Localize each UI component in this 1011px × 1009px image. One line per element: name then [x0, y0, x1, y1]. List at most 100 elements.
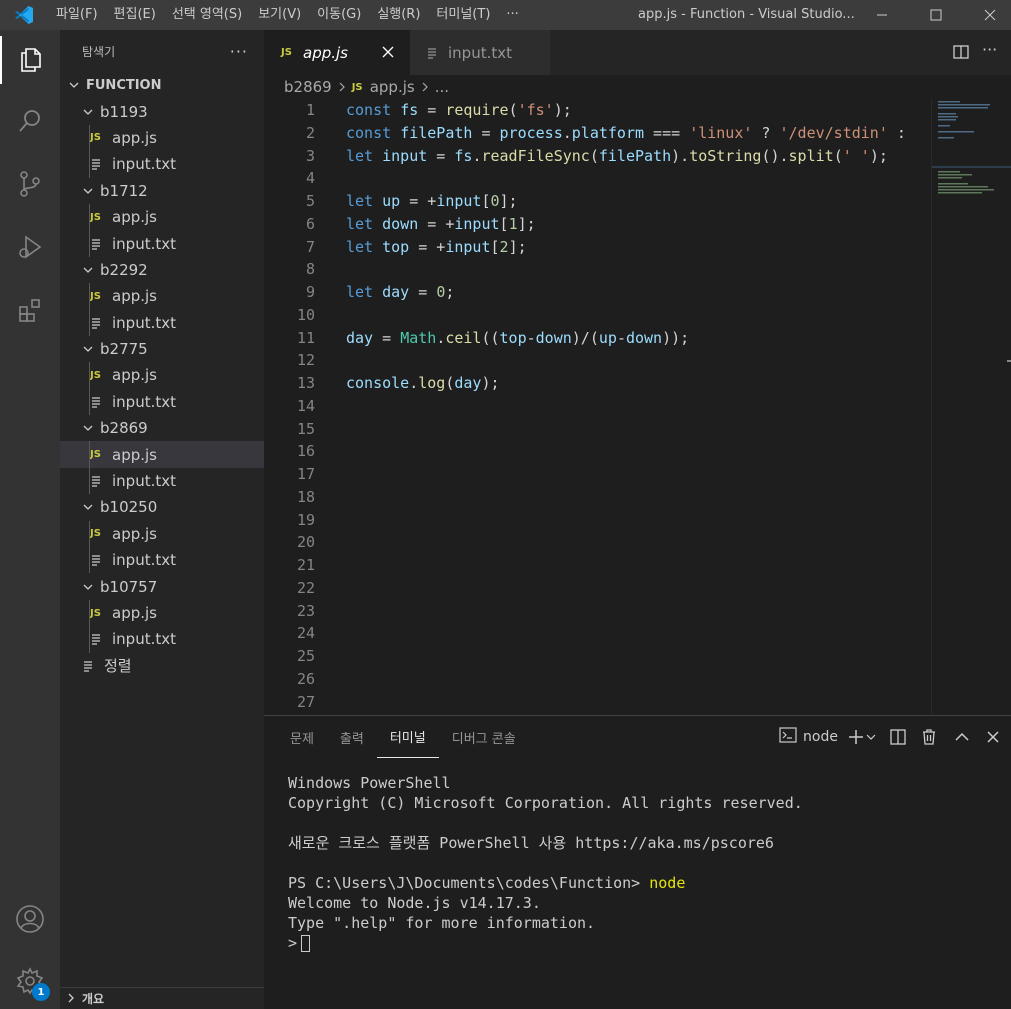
close-tab-icon[interactable]: [382, 44, 394, 62]
split-terminal-icon[interactable]: [881, 716, 915, 758]
menu-more-button[interactable]: ···: [498, 0, 526, 30]
breadcrumb-more[interactable]: ...: [435, 78, 449, 96]
code-text: console.log(day);: [346, 374, 500, 392]
maximize-button[interactable]: [913, 0, 959, 30]
title-bar: 파일(F) 편집(E) 선택 영역(S) 보기(V) 이동(G) 실행(R) 터미널(T) ·…: [0, 0, 1011, 30]
tree-folder[interactable]: b10250: [60, 494, 264, 520]
tab-app-js[interactable]: JS app.js: [264, 30, 410, 75]
chevron-down-icon[interactable]: [866, 729, 876, 745]
panel-tab[interactable]: 출력: [327, 716, 377, 758]
js-file-icon: JS: [351, 81, 363, 93]
settings-icon[interactable]: 1: [0, 957, 60, 1005]
extensions-icon[interactable]: [0, 286, 60, 334]
file-label: input.txt: [112, 392, 176, 411]
breadcrumb-file[interactable]: app.js: [370, 78, 415, 96]
tree-file[interactable]: JS app.js: [60, 599, 264, 627]
line-number: 22: [296, 578, 315, 597]
outline-section[interactable]: 개요: [60, 987, 264, 1009]
tree-file[interactable]: JS app.js: [60, 441, 264, 468]
split-editor-icon[interactable]: [953, 44, 969, 64]
editor-more-button[interactable]: ···: [982, 40, 997, 59]
tree-file[interactable]: JS app.js: [60, 124, 264, 152]
tree-root-folder[interactable]: FUNCTION: [60, 72, 264, 98]
chevron-right-icon: [66, 992, 76, 1006]
menu-item[interactable]: 이동(G): [309, 0, 369, 30]
terminal-selector[interactable]: node: [774, 716, 843, 758]
line-number: 19: [296, 510, 315, 529]
code-line: 5 let up = +input[0];: [264, 190, 931, 213]
code-line: 7 let top = +input[2];: [264, 236, 931, 259]
tree-folder[interactable]: b2775: [60, 336, 264, 362]
line-number: 26: [296, 669, 315, 688]
source-control-icon[interactable]: [0, 160, 60, 208]
close-panel-icon[interactable]: [981, 716, 1011, 758]
line-number: 9: [305, 283, 315, 301]
tree-file[interactable]: JS app.js: [60, 283, 264, 310]
bottom-panel: 문제 출력 터미널 디버그 콘솔 node Windows PowerShell Cop…: [264, 715, 1011, 1009]
tree-file[interactable]: input.txt: [60, 151, 264, 178]
maximize-panel-icon[interactable]: [943, 716, 981, 758]
editor-tab-bar: JS app.js input.txt ···: [264, 30, 1011, 75]
menu-bar: 파일(F) 편집(E) 선택 영역(S) 보기(V) 이동(G) 실행(R) 터미널(T) ·…: [48, 0, 527, 30]
code-text: let day = 0;: [346, 283, 455, 301]
tree-folder[interactable]: b2292: [60, 257, 264, 283]
terminal-line: >: [288, 933, 311, 953]
tree-file[interactable]: input.txt: [60, 230, 264, 257]
line-number: 13: [296, 374, 315, 392]
line-number: 7: [305, 237, 315, 256]
terminal-line: 새로운 크로스 플랫폼 PowerShell 사용 https://aka.ms…: [288, 833, 774, 853]
panel-tab[interactable]: 문제: [277, 716, 327, 758]
minimize-button[interactable]: [859, 0, 905, 30]
explorer-icon[interactable]: [0, 36, 60, 84]
search-icon[interactable]: [0, 97, 60, 145]
menu-item[interactable]: 실행(R): [369, 0, 428, 30]
run-debug-icon[interactable]: [0, 223, 60, 271]
tree-file[interactable]: input.txt: [60, 547, 264, 574]
trash-icon[interactable]: [915, 716, 943, 758]
line-number: 21: [296, 556, 315, 574]
tab-input-txt[interactable]: input.txt: [410, 30, 550, 75]
code-line: 16: [264, 440, 931, 463]
tree-file[interactable]: JS app.js: [60, 203, 264, 231]
menu-item[interactable]: 터미널(T): [428, 0, 498, 30]
js-file-icon: JS: [90, 607, 101, 619]
chevron-down-icon: [80, 266, 96, 274]
code-text: day = Math.ceil((top-down)/(up-down));: [346, 328, 690, 347]
panel-tab[interactable]: 터미널: [376, 716, 439, 758]
line-number: 27: [296, 692, 315, 711]
folder-label: b1193: [100, 102, 148, 121]
menu-item[interactable]: 보기(V): [250, 0, 309, 30]
text-file-icon: [426, 47, 448, 59]
tree-folder[interactable]: b1712: [60, 178, 264, 204]
close-window-button[interactable]: [967, 0, 1011, 30]
terminal-name: node: [803, 729, 838, 745]
line-number: 20: [296, 533, 315, 552]
line-number: 11: [296, 328, 315, 347]
terminal-text: Windows PowerShell: [288, 774, 451, 792]
panel-tab[interactable]: 디버그 콘솔: [439, 716, 529, 758]
tree-file[interactable]: 정렬: [60, 653, 264, 679]
account-icon[interactable]: [0, 895, 60, 943]
tree-folder[interactable]: b1193: [60, 98, 264, 124]
text-file-icon: [90, 238, 112, 250]
breadcrumb-folder[interactable]: b2869: [284, 78, 332, 96]
new-terminal-button[interactable]: [843, 716, 881, 758]
tree-file[interactable]: input.txt: [60, 309, 264, 336]
tree-file[interactable]: input.txt: [60, 467, 264, 495]
tree-file[interactable]: JS app.js: [60, 362, 264, 389]
breadcrumb: b2869 JS app.js ...: [264, 75, 1011, 99]
code-line: 15: [264, 418, 931, 441]
code-editor[interactable]: 1 const fs = require('fs'); 2 const filePat…: [264, 99, 931, 715]
tree-folder[interactable]: b2869: [60, 415, 264, 441]
explorer-more-button[interactable]: ···: [230, 42, 248, 61]
minimap[interactable]: [931, 99, 1011, 715]
menu-item[interactable]: 파일(F): [48, 0, 106, 30]
tree-file[interactable]: JS app.js: [60, 520, 264, 548]
menu-item[interactable]: 선택 영역(S): [164, 0, 250, 30]
tree-folder[interactable]: b10757: [60, 573, 264, 599]
menu-item[interactable]: 편집(E): [106, 0, 164, 30]
tree-file[interactable]: input.txt: [60, 388, 264, 416]
chevron-down-icon: [80, 503, 96, 511]
chevron-right-icon: [338, 78, 346, 96]
tree-file[interactable]: input.txt: [60, 626, 264, 653]
